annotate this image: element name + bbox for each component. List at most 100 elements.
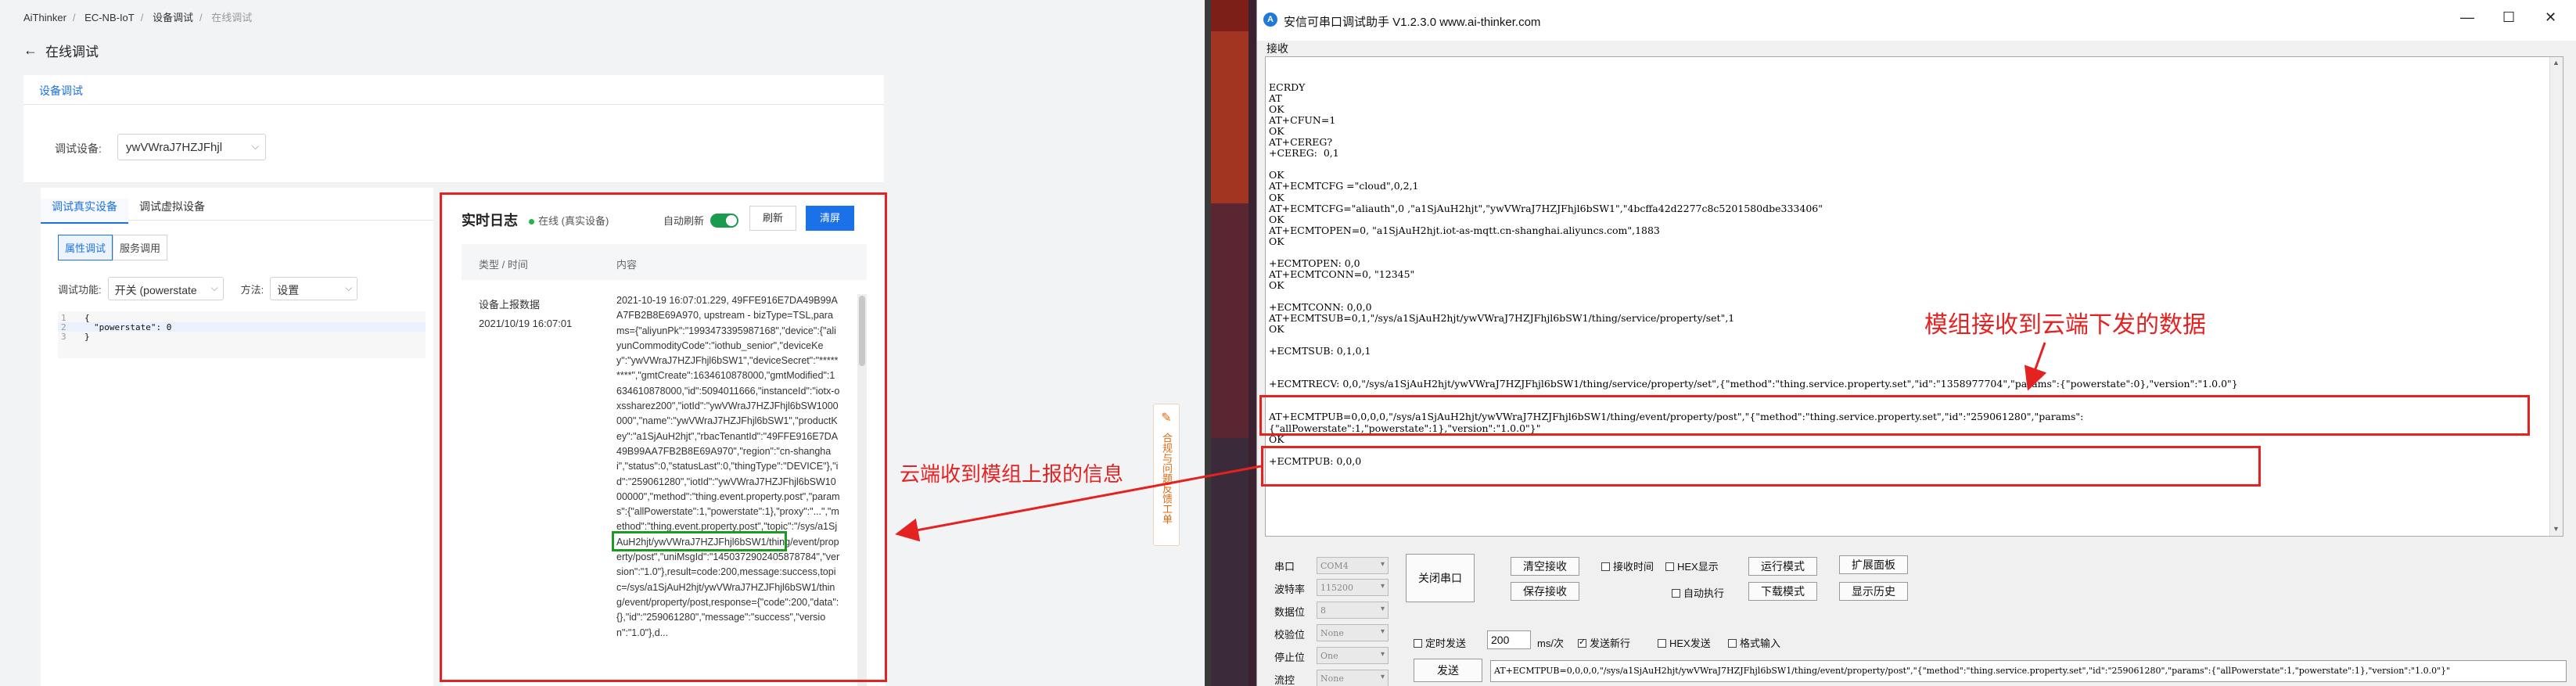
- chevron-down-icon: ▾: [1380, 627, 1385, 636]
- method-select[interactable]: 设置 ⌵: [270, 277, 358, 300]
- flow-select[interactable]: None ▾: [1317, 670, 1389, 686]
- parity-select[interactable]: None ▾: [1317, 624, 1389, 641]
- receive-line: +CEREG: 0,1: [1269, 147, 1339, 160]
- auto-exec-option[interactable]: 自动执行: [1672, 585, 1724, 600]
- interval-unit: ms/次: [1537, 638, 1564, 649]
- breadcrumb-item[interactable]: 设备调试: [153, 12, 193, 23]
- receive-label: 接收: [1266, 42, 1288, 55]
- hex-send-checkbox[interactable]: [1658, 639, 1666, 648]
- close-icon[interactable]: ✕: [2545, 9, 2556, 26]
- send-input[interactable]: AT+ECMTPUB=0,0,0,0,"/sys/a1SjAuH2hjt/ywV…: [1490, 660, 2567, 682]
- receive-line: [1269, 368, 2238, 379]
- download-mode-button[interactable]: 下载模式: [1748, 582, 1817, 601]
- show-history-button[interactable]: 显示历史: [1839, 582, 1908, 601]
- function-label: 调试功能:: [58, 283, 102, 296]
- baud-select[interactable]: 115200 ▾: [1317, 579, 1389, 596]
- hex-show-checkbox[interactable]: [1665, 562, 1674, 571]
- app-logo-icon: A: [1263, 13, 1277, 27]
- timed-send-label: 定时发送: [1425, 638, 1467, 649]
- minimize-icon[interactable]: —: [2460, 9, 2474, 26]
- breadcrumb-item[interactable]: EC-NB-IoT: [84, 12, 135, 23]
- send-newline-label: 发送新行: [1590, 638, 1631, 649]
- recv-time-checkbox[interactable]: [1601, 562, 1610, 571]
- receive-line: +ECMTOPEN: 0,0: [1269, 257, 1360, 269]
- property-debug-button[interactable]: 属性调试: [58, 235, 113, 260]
- databits-select[interactable]: 8 ▾: [1317, 602, 1389, 619]
- scroll-up-icon[interactable]: ▲: [2553, 59, 2560, 66]
- function-select[interactable]: 开关 (powerstate ⌵: [107, 277, 224, 300]
- receive-line: OK: [1269, 278, 1284, 291]
- timed-send-option[interactable]: 定时发送: [1414, 635, 1466, 650]
- send-newline-checkbox[interactable]: [1578, 637, 1586, 648]
- method-value: 设置: [277, 284, 300, 296]
- receive-line: +ECMTRECV: 0,0,"/sys/a1SjAuH2hjt/ywVWraJ…: [1269, 378, 2238, 390]
- receive-line: [1269, 247, 2238, 258]
- code-line: }: [84, 332, 90, 342]
- receive-line: [1269, 159, 2238, 170]
- device-value: ywVWraJ7HZJFhjl: [126, 141, 223, 154]
- receive-line: [1269, 71, 2238, 82]
- code-line: {: [84, 313, 90, 323]
- chevron-down-icon: ▾: [1380, 605, 1385, 613]
- back-link[interactable]: ← 在线调试: [23, 41, 99, 60]
- hex-show-option[interactable]: HEX显示: [1665, 558, 1719, 573]
- run-mode-button[interactable]: 运行模式: [1748, 557, 1817, 576]
- baud-value: 115200: [1320, 583, 1353, 593]
- recv-annotation-box: [1259, 395, 2530, 436]
- top-tabs: 设备调试: [23, 75, 884, 106]
- save-receive-button[interactable]: 保存接收: [1511, 582, 1579, 601]
- payload-editor[interactable]: 1 2 3 { "powerstate": 0 }: [58, 311, 426, 358]
- feedback-label: 合规与问题反馈工单: [1161, 433, 1173, 524]
- format-input-option[interactable]: 格式输入: [1728, 635, 1780, 650]
- feedback-tab[interactable]: ✎ 合规与问题反馈工单: [1153, 404, 1180, 546]
- port-label: 串口: [1274, 561, 1295, 573]
- receive-line: OK: [1269, 103, 1284, 116]
- expand-panel-button[interactable]: 扩展面板: [1839, 555, 1908, 574]
- databits-value: 8: [1320, 605, 1326, 616]
- chevron-down-icon: ▾: [1380, 650, 1385, 659]
- debug-panel: 调试真实设备 调试虚拟设备 属性调试 服务调用 调试功能: 开关 (powers…: [41, 188, 433, 686]
- receive-line: AT+ECMTOPEN=0, "a1SjAuH2hjt.iot-as-mqtt.…: [1269, 224, 1660, 236]
- chevron-down-icon: ▾: [1380, 560, 1385, 569]
- timed-send-checkbox[interactable]: [1414, 639, 1422, 648]
- parity-label: 校验位: [1274, 629, 1306, 641]
- breadcrumb-item[interactable]: AiThinker: [23, 12, 66, 23]
- send-newline-option[interactable]: 发送新行: [1578, 635, 1630, 650]
- tab-real-device[interactable]: 调试真实设备: [41, 199, 128, 224]
- tab-device-debug[interactable]: 设备调试: [39, 83, 83, 106]
- send-button[interactable]: 发送: [1414, 659, 1482, 682]
- log-annotation-box: [440, 192, 887, 682]
- hex-send-option[interactable]: HEX发送: [1658, 635, 1711, 650]
- scroll-down-icon[interactable]: ▼: [2553, 525, 2560, 533]
- stopbits-select[interactable]: One ▾: [1317, 647, 1389, 664]
- receive-line: AT+CEREG?: [1269, 136, 1333, 149]
- receive-scrollbar[interactable]: ▲ ▼: [2549, 57, 2563, 536]
- receive-line: OK: [1269, 125, 1284, 138]
- hex-show-label: HEX显示: [1677, 561, 1719, 573]
- pub-annotation-box: [1261, 446, 2261, 487]
- window-title: 安信可串口调试助手 V1.2.3.0 www.ai-thinker.com: [1284, 16, 1541, 29]
- tab-virtual-device[interactable]: 调试虚拟设备: [128, 199, 216, 222]
- receive-line: +ECMTSUB: 0,1,0,1: [1269, 345, 1371, 357]
- maximize-icon[interactable]: ☐: [2502, 9, 2515, 26]
- receive-line: ECRDY: [1269, 81, 1306, 94]
- port-value: COM4: [1320, 561, 1349, 571]
- chevron-down-icon: ⌵: [345, 282, 353, 293]
- format-input-label: 格式输入: [1740, 638, 1781, 649]
- receive-line: AT: [1269, 92, 1282, 105]
- page-title: 在线调试: [45, 45, 99, 59]
- interval-input[interactable]: 200: [1487, 630, 1531, 649]
- port-select[interactable]: COM4 ▾: [1317, 557, 1389, 574]
- auto-exec-checkbox[interactable]: [1672, 589, 1680, 598]
- format-input-checkbox[interactable]: [1728, 639, 1737, 648]
- method-label: 方法:: [240, 283, 264, 296]
- service-call-button[interactable]: 服务调用: [113, 235, 168, 260]
- chevron-down-icon: ▾: [1380, 673, 1385, 681]
- hex-send-label: HEX发送: [1669, 638, 1711, 649]
- device-select[interactable]: ywVWraJ7HZJFhjl ⌵: [117, 134, 266, 160]
- clear-receive-button[interactable]: 清空接收: [1511, 557, 1579, 576]
- arrow-left-icon[interactable]: ←: [23, 42, 38, 59]
- recv-time-option[interactable]: 接收时间: [1601, 558, 1654, 573]
- receive-line: OK: [1269, 213, 1284, 225]
- close-port-button[interactable]: 关闭串口: [1406, 554, 1475, 602]
